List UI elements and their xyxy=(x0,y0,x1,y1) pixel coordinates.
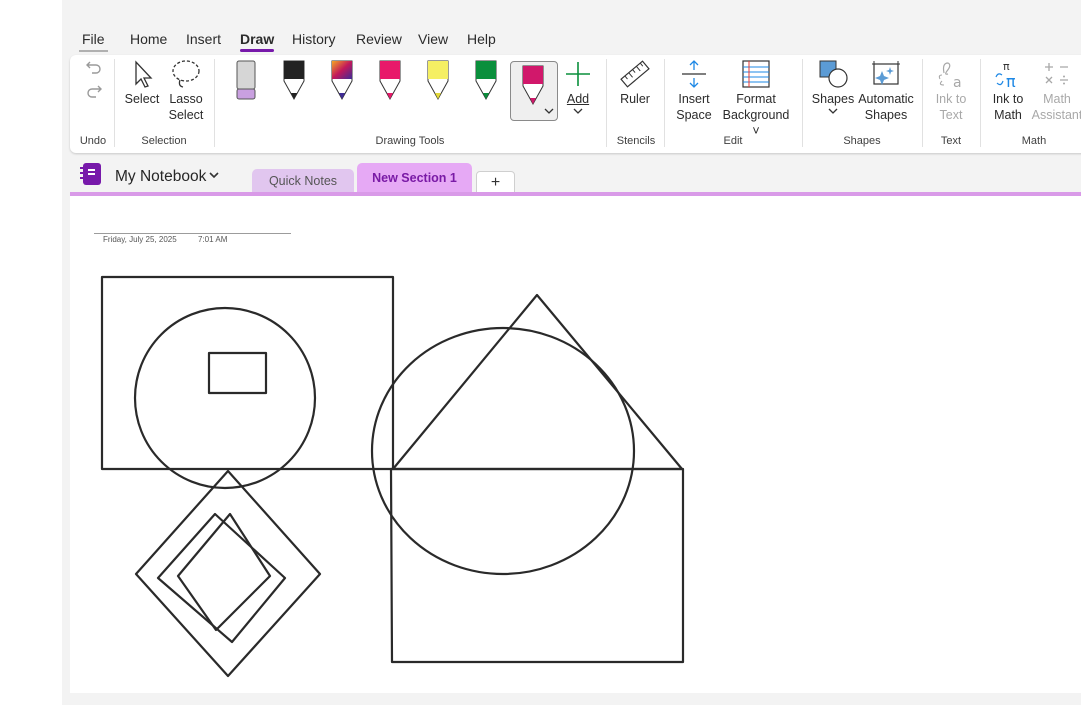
group-label-edit: Edit xyxy=(723,135,743,147)
tab-history[interactable]: History xyxy=(292,31,336,47)
auto-shapes-icon xyxy=(872,61,900,85)
automatic-shapes-button[interactable]: Automatic Shapes xyxy=(856,59,916,123)
shapes-label: Shapes xyxy=(811,92,855,106)
add-label: Add xyxy=(566,92,590,106)
add-pen-button[interactable]: Add xyxy=(560,59,596,117)
ribbon-separator xyxy=(980,59,981,147)
chevron-down-icon xyxy=(544,108,554,114)
format-bg-label-1: Format xyxy=(736,92,776,106)
magenta-pen-icon xyxy=(522,65,544,106)
insert-space-button[interactable]: Insert Space xyxy=(670,59,718,123)
ribbon-separator xyxy=(606,59,607,147)
lasso-label-2: Select xyxy=(168,108,204,122)
ink-stroke xyxy=(389,467,685,664)
chevron-down-icon[interactable] xyxy=(208,170,220,180)
yellow-highlighter-icon[interactable] xyxy=(424,59,452,107)
shapes-icon xyxy=(819,60,848,88)
section-tab-new-section-1[interactable]: New Section 1 xyxy=(357,163,472,194)
format-bg-label-2: Background xyxy=(722,108,790,122)
ink-to-math-label-1: Ink to xyxy=(992,92,1024,106)
onenote-app: File Home Insert Draw History Review Vie… xyxy=(62,27,1081,693)
ink-to-math-button[interactable]: ππ Ink to Math xyxy=(986,59,1030,123)
tab-help[interactable]: Help xyxy=(467,31,496,47)
group-label-undo: Undo xyxy=(79,135,107,147)
ink-to-math-label-2: Math xyxy=(994,108,1022,122)
notebook-icon xyxy=(80,163,101,185)
lasso-icon xyxy=(172,60,200,88)
tab-file[interactable]: File xyxy=(79,31,108,52)
svg-text:π: π xyxy=(1006,72,1016,89)
undo-icon xyxy=(86,61,101,74)
ink-to-math-icon: ππ xyxy=(995,60,1016,89)
ribbon-separator xyxy=(922,59,923,147)
tab-review[interactable]: Review xyxy=(356,31,402,47)
ink-stroke xyxy=(156,512,287,644)
ink-drawing[interactable] xyxy=(70,196,1081,693)
insert-space-label-2: Space xyxy=(676,108,712,122)
tab-insert[interactable]: Insert xyxy=(186,31,221,47)
auto-shapes-label-2: Shapes xyxy=(864,108,908,122)
svg-text:a: a xyxy=(953,75,962,89)
ribbon-separator xyxy=(214,59,215,147)
ink-stroke xyxy=(134,469,322,678)
tab-draw[interactable]: Draw xyxy=(240,31,275,52)
ribbon-separator xyxy=(114,59,115,147)
ribbon-separator xyxy=(802,59,803,147)
section-tab-quick-notes[interactable]: Quick Notes xyxy=(252,169,354,194)
green-pen-icon[interactable] xyxy=(472,59,500,107)
group-label-shapes: Shapes xyxy=(843,135,881,147)
format-background-button[interactable]: Format Background ˅ xyxy=(718,59,794,139)
ink-to-text-icon: a xyxy=(938,62,962,89)
group-label-selection: Selection xyxy=(141,135,187,147)
auto-shapes-label-1: Automatic xyxy=(858,92,914,106)
math-assistant-label-2: Assistant xyxy=(1031,108,1081,122)
ruler-label: Ruler xyxy=(620,92,650,106)
page-canvas[interactable]: Friday, July 25, 2025 7:01 AM xyxy=(70,196,1081,693)
select-label: Select xyxy=(124,92,160,106)
group-label-drawing-tools: Drawing Tools xyxy=(375,135,445,147)
menu-bar: File Home Insert Draw History Review Vie… xyxy=(62,27,1081,53)
lasso-select-button[interactable]: Lasso Select xyxy=(164,59,208,123)
chevron-down-icon xyxy=(828,108,838,114)
ribbon: Undo Select Lasso Select Selection Add D… xyxy=(70,55,1081,153)
insert-space-icon xyxy=(682,60,706,88)
pencil-eraser-icon[interactable] xyxy=(232,59,260,107)
plus-icon xyxy=(566,62,590,86)
math-assistant-button[interactable]: Math Assistant xyxy=(1030,59,1081,123)
lined-page-icon xyxy=(742,60,770,88)
tab-view[interactable]: View xyxy=(418,31,448,47)
insert-space-label-1: Insert xyxy=(678,92,710,106)
ink-stroke xyxy=(133,306,317,490)
select-button[interactable]: Select xyxy=(120,59,164,107)
ruler-button[interactable]: Ruler xyxy=(615,59,655,107)
redo-icon xyxy=(87,85,102,98)
ink-stroke xyxy=(391,293,684,471)
left-gutter xyxy=(0,0,62,705)
chevron-down-icon xyxy=(573,108,583,114)
black-pen-icon[interactable] xyxy=(280,59,308,107)
ink-stroke xyxy=(207,351,268,395)
group-label-text: Text xyxy=(940,135,962,147)
notebook-bar: My Notebook Quick Notes New Section 1 + xyxy=(62,157,1081,197)
group-label-stencils: Stencils xyxy=(616,135,656,147)
group-label-math: Math xyxy=(1021,135,1047,147)
galaxy-pen-icon[interactable] xyxy=(328,59,356,107)
ink-to-text-label-1: Ink to xyxy=(935,92,967,106)
selected-pen-button[interactable] xyxy=(510,61,558,121)
math-operators-icon xyxy=(1045,63,1068,85)
shapes-button[interactable]: Shapes xyxy=(810,59,856,117)
undo-button[interactable] xyxy=(82,58,106,80)
ink-to-text-label-2: Text xyxy=(939,108,963,122)
lasso-label-1: Lasso xyxy=(169,92,203,106)
cursor-arrow-icon xyxy=(135,60,153,88)
ribbon-separator xyxy=(664,59,665,147)
tab-home[interactable]: Home xyxy=(130,31,167,47)
notebook-name[interactable]: My Notebook xyxy=(115,168,206,186)
ruler-icon xyxy=(620,60,650,88)
pink-pen-icon[interactable] xyxy=(376,59,404,107)
redo-button[interactable] xyxy=(82,82,106,104)
math-assistant-label-1: Math xyxy=(1043,92,1071,106)
ink-to-text-button[interactable]: a Ink to Text xyxy=(928,59,974,123)
